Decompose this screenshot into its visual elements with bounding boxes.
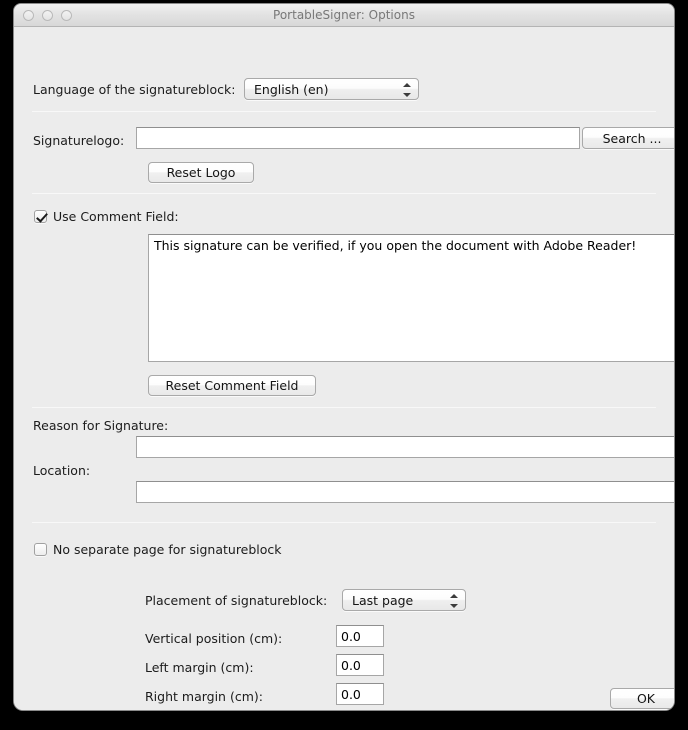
separator-1 [32,111,656,112]
comment-textarea[interactable] [148,234,674,362]
window-title: PortableSigner: Options [273,8,415,22]
vertical-position-label: Vertical position (cm): [145,631,283,646]
reason-label: Reason for Signature: [33,418,169,433]
search-logo-button[interactable]: Search ... [582,127,674,149]
no-separate-page-label: No separate page for signatureblock [53,542,282,557]
checkbox-box-icon [34,210,47,223]
location-label: Location: [33,463,91,478]
window-title-bar[interactable]: PortableSigner: Options [14,4,674,27]
chevron-updown-icon [450,594,458,608]
options-window: PortableSigner: Options Language of the … [14,4,674,710]
separator-3 [32,407,656,408]
separator-4 [32,522,656,523]
placement-select-value: Last page [352,593,414,608]
location-input[interactable] [136,481,674,503]
use-comment-field-checkbox[interactable]: Use Comment Field: [34,209,179,224]
language-select[interactable]: English (en) [244,78,419,100]
dialog-content: Language of the signatureblock: English … [14,27,674,710]
signaturelogo-label: Signaturelogo: [33,133,125,148]
right-margin-label: Right margin (cm): [145,689,263,704]
reset-logo-button[interactable]: Reset Logo [148,162,254,183]
reset-comment-field-button[interactable]: Reset Comment Field [148,375,316,396]
right-margin-input[interactable] [336,683,384,705]
left-margin-input[interactable] [336,654,384,676]
vertical-position-input[interactable] [336,625,384,647]
signaturelogo-input[interactable] [136,127,580,149]
no-separate-page-checkbox[interactable]: No separate page for signatureblock [34,542,282,557]
checkbox-box-icon [34,543,47,556]
language-label: Language of the signatureblock: [33,82,236,97]
use-comment-field-label: Use Comment Field: [53,209,179,224]
language-select-value: English (en) [254,82,329,97]
placement-select[interactable]: Last page [342,589,466,611]
placement-label: Placement of signatureblock: [145,593,328,608]
chevron-updown-icon [403,83,411,97]
separator-2 [32,193,656,194]
reason-input[interactable] [136,436,674,458]
ok-button[interactable]: OK [610,688,674,709]
left-margin-label: Left margin (cm): [145,660,254,675]
